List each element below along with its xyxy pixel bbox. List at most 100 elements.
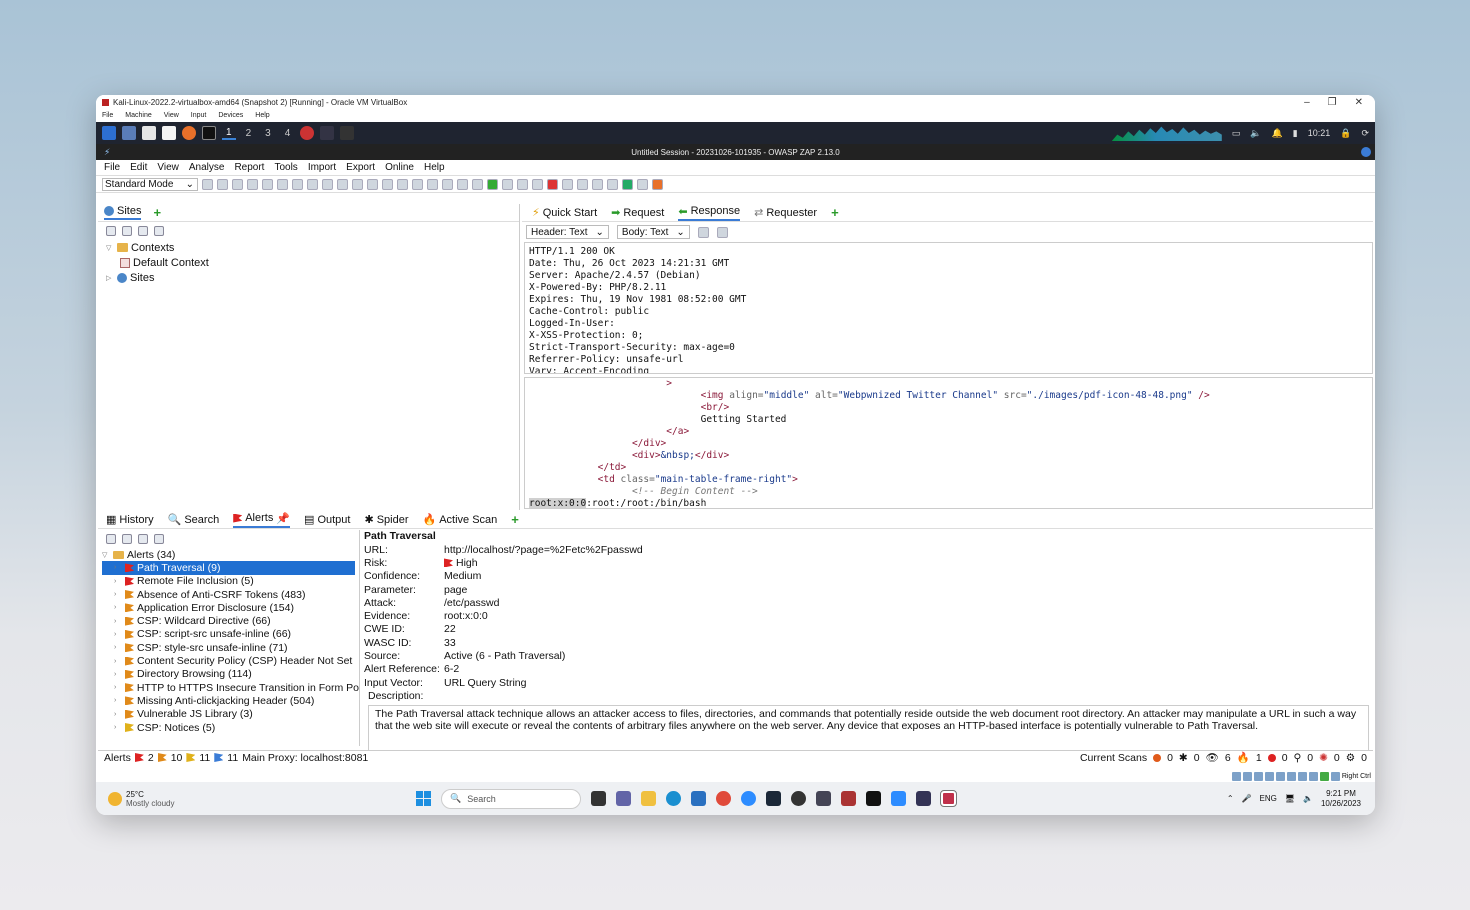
recording-icon[interactable] — [1308, 771, 1318, 781]
tab-quick-start[interactable]: ⚡ Quick Start — [532, 206, 597, 220]
collapse-icon[interactable]: ▽ — [102, 551, 110, 559]
chrome-icon[interactable] — [716, 791, 731, 806]
new-session-icon[interactable] — [202, 178, 213, 190]
options-icon[interactable] — [277, 178, 288, 190]
desktop-icon[interactable] — [122, 126, 136, 140]
explorer-icon[interactable] — [641, 791, 656, 806]
menu-tools[interactable]: Tools — [274, 162, 297, 173]
alert-item[interactable]: › Missing Anti-clickjacking Header (504) — [102, 694, 359, 707]
workspace-2[interactable]: 2 — [242, 128, 256, 139]
menu-analyse[interactable]: Analyse — [189, 162, 225, 173]
taskbar-clock[interactable]: 9:21 PM 10/26/2023 — [1321, 789, 1361, 809]
display-icon[interactable]: ▭ — [1232, 128, 1241, 139]
store-icon[interactable] — [691, 791, 706, 806]
menu-report[interactable]: Report — [234, 162, 264, 173]
new-context-icon[interactable] — [122, 226, 132, 236]
menu-view[interactable]: View — [157, 162, 179, 173]
obs-icon[interactable] — [791, 791, 806, 806]
layout-icon-3[interactable] — [322, 178, 333, 190]
page-icon[interactable] — [637, 178, 648, 190]
hdd-icon[interactable] — [1231, 771, 1241, 781]
tab-output[interactable]: ▤ Output — [304, 513, 350, 527]
cpu-icon[interactable] — [1319, 771, 1329, 781]
menu-edit[interactable]: Edit — [130, 162, 147, 173]
edit-icon[interactable] — [138, 534, 148, 544]
expand-icon[interactable]: › — [114, 658, 122, 665]
layout-icon-6[interactable] — [367, 178, 378, 190]
power-icon[interactable]: ⟳ — [1361, 128, 1369, 139]
lock-icon[interactable]: 🔒 — [1340, 128, 1351, 139]
network-icon[interactable] — [1264, 771, 1274, 781]
vbox-menu-machine[interactable]: Machine — [125, 112, 151, 119]
firefox-icon[interactable] — [182, 126, 196, 140]
detail-description[interactable]: The Path Traversal attack technique allo… — [368, 704, 1369, 751]
alert-item[interactable]: › Path Traversal (9) — [102, 561, 355, 575]
close-icon[interactable]: ✕ — [1355, 97, 1363, 108]
alert-item[interactable]: › Absence of Anti-CSRF Tokens (483) — [102, 588, 359, 601]
fuzz-icon[interactable] — [562, 178, 573, 190]
file-manager-icon[interactable] — [142, 126, 156, 140]
expand-icon[interactable]: › — [114, 578, 122, 585]
expand-icon[interactable]: › — [114, 564, 122, 571]
layout-icon-10[interactable] — [427, 178, 438, 190]
response-header-pane[interactable]: HTTP/1.1 200 OK Date: Thu, 26 Oct 2023 1… — [524, 242, 1373, 374]
usb-icon[interactable] — [1275, 771, 1285, 781]
delete-alerts-icon[interactable] — [122, 534, 132, 544]
vbox-menu-devices[interactable]: Devices — [218, 112, 243, 119]
layout-icon-2[interactable] — [307, 178, 318, 190]
alert-item[interactable]: › CSP: style-src unsafe-inline (71) — [102, 641, 359, 654]
teams-icon[interactable] — [616, 791, 631, 806]
expand-icon[interactable]: › — [114, 697, 122, 704]
mouse-icon[interactable] — [1330, 771, 1340, 781]
taskbar-search[interactable]: 🔍 Search — [441, 788, 581, 809]
filter-icon[interactable] — [106, 534, 116, 544]
app-icon[interactable] — [816, 791, 831, 806]
terminal-icon[interactable] — [866, 791, 881, 806]
notification-icon[interactable]: 🔔 — [1272, 128, 1283, 139]
layout-icon-8[interactable] — [397, 178, 408, 190]
zap-taskbar-icon[interactable] — [320, 126, 335, 140]
session-properties-icon[interactable] — [262, 178, 273, 190]
tab-response[interactable]: ⬅ Response — [678, 205, 741, 221]
tab-spider[interactable]: ✱ Spider — [364, 513, 408, 527]
add-tab-icon[interactable]: + — [153, 205, 161, 220]
virtualbox-vm-icon[interactable] — [940, 790, 957, 807]
layout-icon-5[interactable] — [352, 178, 363, 190]
open-session-icon[interactable] — [217, 178, 228, 190]
vbox-menu-input[interactable]: Input — [191, 112, 207, 119]
expand-icon[interactable]: › — [114, 711, 122, 718]
layout-icon-7[interactable] — [382, 178, 393, 190]
expand-icon[interactable]: › — [114, 618, 122, 625]
collapse-icon[interactable]: ▽ — [106, 244, 114, 252]
expand-icon[interactable]: › — [114, 644, 122, 651]
broom-icon[interactable] — [154, 534, 164, 544]
network-icon[interactable]: 🖥 — [1285, 794, 1295, 803]
expand-icon[interactable]: › — [114, 724, 122, 731]
stop-icon[interactable] — [532, 178, 543, 190]
export-context-icon[interactable] — [154, 226, 164, 236]
layout-icon-4[interactable] — [337, 178, 348, 190]
step-icon[interactable] — [502, 178, 513, 190]
volume-icon[interactable]: 🔈 — [1303, 794, 1313, 803]
tree-default-context[interactable]: Default Context — [106, 255, 519, 270]
workspace-1[interactable]: 1 — [222, 127, 236, 140]
steam-icon[interactable] — [766, 791, 781, 806]
minimize-icon[interactable]: – — [1304, 97, 1310, 108]
app-icon-2[interactable] — [841, 791, 856, 806]
green-dot-icon[interactable] — [487, 178, 498, 190]
console-icon[interactable] — [592, 178, 603, 190]
drop-icon[interactable] — [547, 178, 558, 190]
tab-alerts[interactable]: Alerts 📌 — [233, 512, 291, 528]
edge-icon[interactable] — [666, 791, 681, 806]
folder-icon[interactable] — [577, 178, 588, 190]
snapshot-icon[interactable] — [247, 178, 258, 190]
maximize-icon[interactable]: ❐ — [1328, 97, 1337, 108]
split-vertical-icon[interactable] — [716, 226, 728, 238]
expand-icon[interactable]: ▷ — [106, 274, 114, 282]
windows-start-icon[interactable] — [416, 791, 431, 806]
expand-icon[interactable]: › — [114, 671, 122, 678]
volume-icon[interactable]: 🔈 — [1250, 128, 1261, 139]
header-view-select[interactable]: Header: Text ⌄ — [526, 225, 609, 239]
hud-icon[interactable] — [607, 178, 618, 190]
pin-icon[interactable]: 📌 — [276, 512, 290, 525]
